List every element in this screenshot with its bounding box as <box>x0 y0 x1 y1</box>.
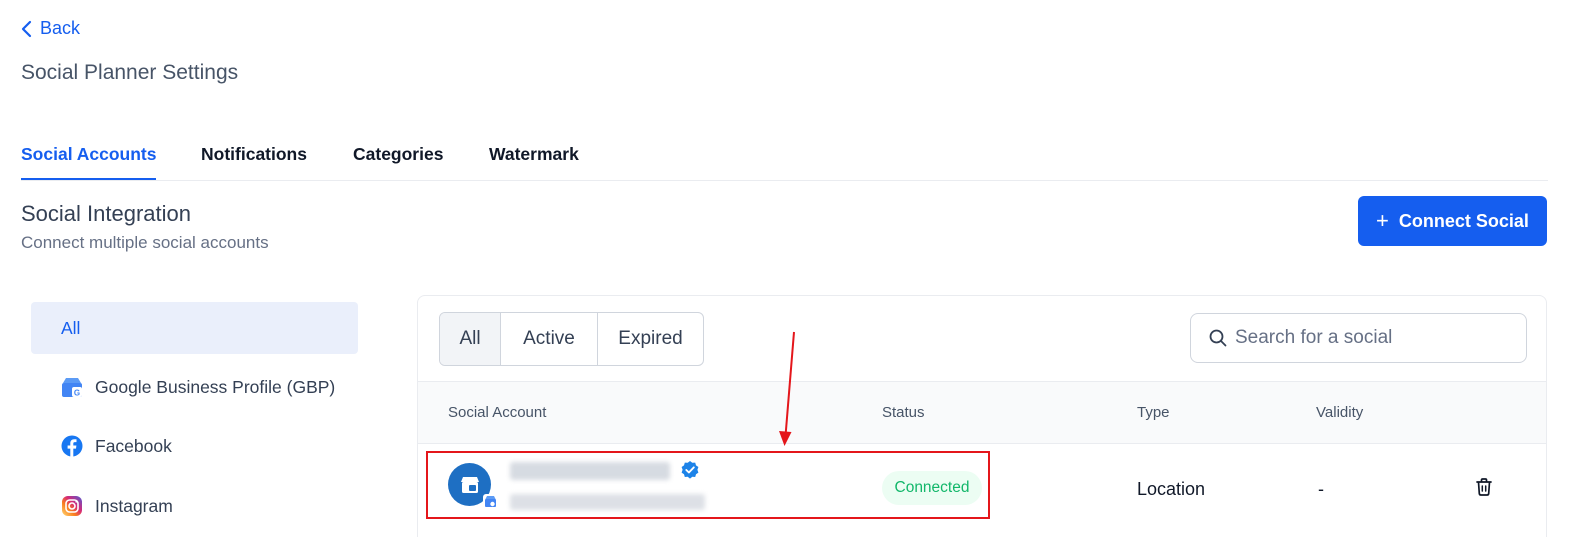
sidebar-item-label: Facebook <box>95 435 172 456</box>
sidebar-item-label: All <box>61 317 81 338</box>
sidebar-item-all[interactable]: All <box>31 302 358 354</box>
active-tab-indicator <box>21 178 156 180</box>
arrow-icon <box>779 331 795 446</box>
search-icon <box>1209 329 1227 347</box>
status-filter: All Active Expired <box>439 312 704 366</box>
page-title: Social Planner Settings <box>21 61 239 84</box>
tab-notifications[interactable]: Notifications <box>201 144 307 165</box>
highlight-box <box>426 451 990 519</box>
search-box[interactable] <box>1190 313 1527 363</box>
filter-all-button[interactable]: All <box>440 313 501 365</box>
tab-watermark[interactable]: Watermark <box>489 144 579 165</box>
trash-icon[interactable] <box>1475 477 1493 497</box>
table-header: Social Account Status Type Validity <box>418 381 1546 444</box>
connect-social-button[interactable]: + Connect Social <box>1358 196 1547 246</box>
validity-cell: - <box>1318 479 1324 499</box>
section-title: Social Integration <box>21 201 191 226</box>
connect-social-label: Connect Social <box>1398 210 1529 231</box>
sidebar-item-instagram[interactable]: Instagram <box>31 480 358 532</box>
settings-tabs: Social Accounts Notifications Categories… <box>21 132 1548 181</box>
sidebar-item-gbp[interactable]: G Google Business Profile (GBP) <box>31 361 358 413</box>
facebook-icon <box>61 435 83 457</box>
sidebar-item-label: Instagram <box>95 495 173 516</box>
column-header-social-account: Social Account <box>448 404 547 421</box>
sidebar-item-label: Google Business Profile (GBP) <box>95 376 336 397</box>
section-subtitle: Connect multiple social accounts <box>21 233 269 252</box>
type-cell: Location <box>1137 479 1206 499</box>
tab-social-accounts[interactable]: Social Accounts <box>21 144 157 165</box>
sidebar-item-facebook[interactable]: Facebook <box>31 420 358 472</box>
search-input[interactable] <box>1235 327 1505 349</box>
column-header-type: Type <box>1137 404 1170 421</box>
column-header-validity: Validity <box>1316 404 1364 421</box>
instagram-icon <box>62 496 82 516</box>
filter-expired-button[interactable]: Expired <box>598 313 703 365</box>
chevron-left-icon <box>21 20 32 37</box>
tab-categories[interactable]: Categories <box>353 144 443 165</box>
back-label: Back <box>40 18 81 38</box>
svg-text:G: G <box>74 389 80 398</box>
filter-active-button[interactable]: Active <box>501 313 598 365</box>
plus-icon: + <box>1376 208 1389 233</box>
column-header-status: Status <box>882 404 925 421</box>
back-link[interactable]: Back <box>20 18 80 39</box>
gbp-icon: G <box>62 378 82 398</box>
